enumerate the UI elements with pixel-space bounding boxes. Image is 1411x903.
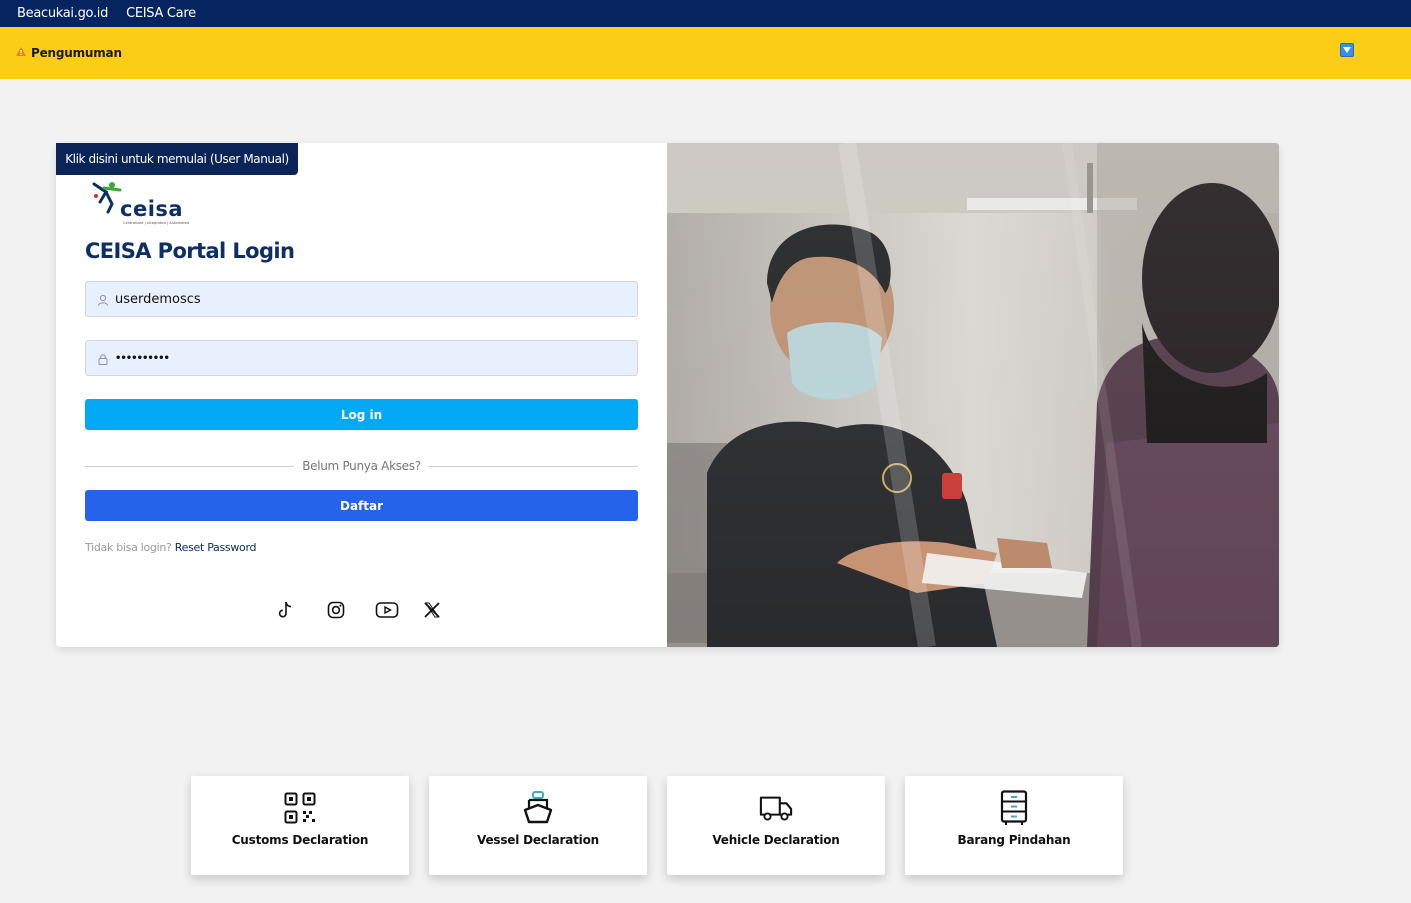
instagram-icon[interactable] — [325, 599, 347, 621]
svg-text:Centralized | Integrated | Aut: Centralized | Integrated | Automated — [123, 221, 189, 225]
reset-password-link[interactable]: Reset Password — [175, 541, 257, 554]
x-icon[interactable] — [421, 599, 443, 621]
announcement-label: Pengumuman — [31, 46, 122, 60]
announcement-bar[interactable]: Pengumuman — [0, 27, 1411, 79]
password-field[interactable] — [85, 340, 638, 376]
service-label: Vessel Declaration — [477, 833, 599, 847]
username-input[interactable] — [115, 291, 635, 307]
truck-icon — [759, 790, 793, 826]
youtube-icon[interactable] — [374, 599, 400, 621]
page-title: CEISA Portal Login — [85, 239, 295, 263]
svg-text:ceisa: ceisa — [120, 197, 183, 221]
service-tile-vessel[interactable]: Vessel Declaration — [429, 776, 647, 875]
qr-code-icon — [283, 790, 317, 826]
password-input[interactable] — [115, 352, 635, 364]
divider-line-left — [85, 465, 295, 467]
nav-link-beacukai[interactable]: Beacukai.go.id — [17, 6, 108, 21]
top-nav-bar: Beacukai.go.id CEISA Care — [0, 0, 1411, 27]
register-button[interactable]: Daftar — [85, 490, 638, 521]
service-label: Barang Pindahan — [957, 833, 1071, 847]
nav-link-ceisa-care[interactable]: CEISA Care — [126, 6, 196, 21]
service-tile-barang-pindahan[interactable]: Barang Pindahan — [905, 776, 1123, 875]
lock-icon — [97, 352, 109, 365]
reset-password-row: Tidak bisa login? Reset Password — [85, 541, 256, 554]
divider-text: Belum Punya Akses? — [302, 459, 421, 473]
service-tile-vehicle[interactable]: Vehicle Declaration — [667, 776, 885, 875]
service-label: Customs Declaration — [231, 833, 369, 847]
username-field[interactable] — [85, 281, 638, 317]
service-label: Vehicle Declaration — [712, 833, 840, 847]
service-tile-customs[interactable]: Customs Declaration — [191, 776, 409, 875]
user-manual-button[interactable]: Klik disini untuk memulai (User Manual) — [56, 143, 298, 175]
login-button[interactable]: Log in — [85, 399, 638, 430]
cabinet-icon — [997, 790, 1031, 826]
hero-photo — [667, 143, 1279, 647]
warning-icon — [16, 47, 26, 59]
ceisa-logo: ceisa Centralized | Integrated | Automat… — [90, 178, 202, 228]
tiktok-icon[interactable] — [274, 599, 296, 621]
divider: Belum Punya Akses? — [85, 458, 638, 474]
user-icon — [97, 293, 109, 306]
chevron-down-icon[interactable] — [1340, 43, 1354, 57]
reset-prefix: Tidak bisa login? — [85, 541, 172, 554]
ship-icon — [521, 790, 555, 826]
divider-line-right — [428, 465, 638, 467]
